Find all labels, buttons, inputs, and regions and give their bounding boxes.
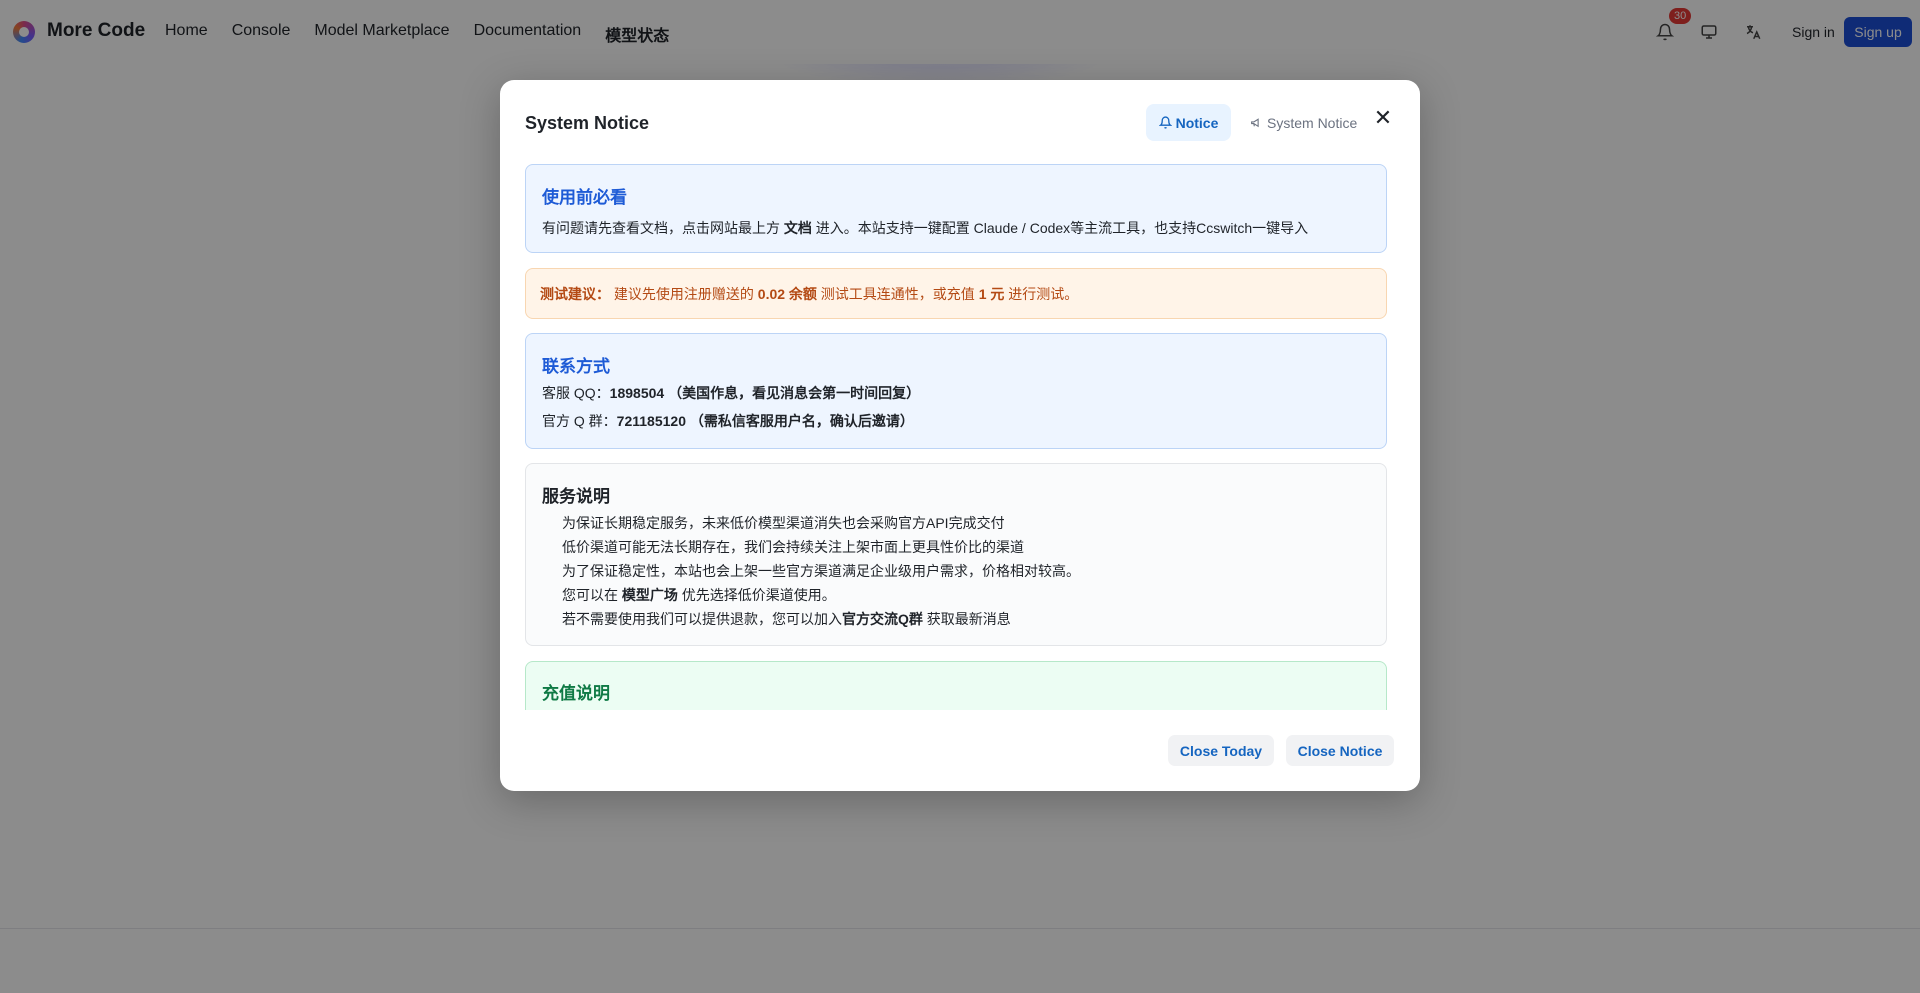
test-suggestion-card: 测试建议： 建议先使用注册赠送的 0.02 余额 测试工具连通性，或充值 1 元…: [525, 268, 1387, 319]
service-line: 您可以在 模型广场 优先选择低价渠道使用。: [562, 587, 836, 603]
modal-title: System Notice: [525, 113, 650, 133]
qq-group-line: 官方 Q 群：721185120 （需私信客服用户名，确认后邀请）: [542, 413, 914, 429]
service-line: 为保证长期稳定服务，未来低价模型渠道消失也会采购官方API完成交付: [562, 515, 1005, 531]
usage-card-text: 有问题请先查看文档，点击网站最上方 文档 进入。本站支持一键配置 Claude …: [542, 220, 1309, 236]
recharge-card: 充值说明: [525, 661, 1387, 710]
test-suggestion-text: 测试建议： 建议先使用注册赠送的 0.02 余额 测试工具连通性，或充值 1 元…: [540, 286, 1079, 302]
tab-notice-label: Notice: [1175, 114, 1219, 131]
recharge-card-title: 充值说明: [542, 684, 610, 703]
contact-card: 联系方式 客服 QQ：1898504 （美国作息，看见消息会第一时间回复） 官方…: [525, 333, 1387, 449]
tab-system-notice-label: System Notice: [1267, 114, 1358, 131]
megaphone-icon: [1251, 118, 1259, 128]
close-icon[interactable]: ✕: [1371, 106, 1395, 130]
contact-card-title: 联系方式: [542, 357, 610, 376]
bell-icon: [1158, 116, 1172, 129]
close-notice-button[interactable]: Close Notice: [1286, 735, 1394, 766]
tab-notice[interactable]: Notice: [1146, 104, 1231, 141]
support-qq-line: 客服 QQ：1898504 （美国作息，看见消息会第一时间回复）: [542, 385, 921, 401]
service-line: 若不需要使用我们可以提供退款，您可以加入官方交流Q群 获取最新消息: [562, 611, 1011, 627]
service-card-title: 服务说明: [542, 487, 610, 506]
service-line: 低价渠道可能无法长期存在，我们会持续关注上架市面上更具性价比的渠道: [562, 539, 1024, 555]
system-notice-modal: System Notice Notice System Notice ✕ 使用前…: [500, 80, 1420, 791]
usage-notice-card: 使用前必看 有问题请先查看文档，点击网站最上方 文档 进入。本站支持一键配置 C…: [525, 164, 1387, 253]
notice-content-scroll[interactable]: 使用前必看 有问题请先查看文档，点击网站最上方 文档 进入。本站支持一键配置 C…: [525, 164, 1387, 710]
service-line: 为了保证稳定性，本站也会上架一些官方渠道满足企业级用户需求，价格相对较高。: [562, 563, 1080, 579]
close-today-button[interactable]: Close Today: [1168, 735, 1274, 766]
usage-card-title: 使用前必看: [542, 188, 627, 207]
tab-system-notice[interactable]: System Notice: [1250, 104, 1357, 141]
service-list: 为保证长期稳定服务，未来低价模型渠道消失也会采购官方API完成交付 低价渠道可能…: [562, 511, 1080, 631]
service-card: 服务说明 为保证长期稳定服务，未来低价模型渠道消失也会采购官方API完成交付 低…: [525, 463, 1387, 646]
